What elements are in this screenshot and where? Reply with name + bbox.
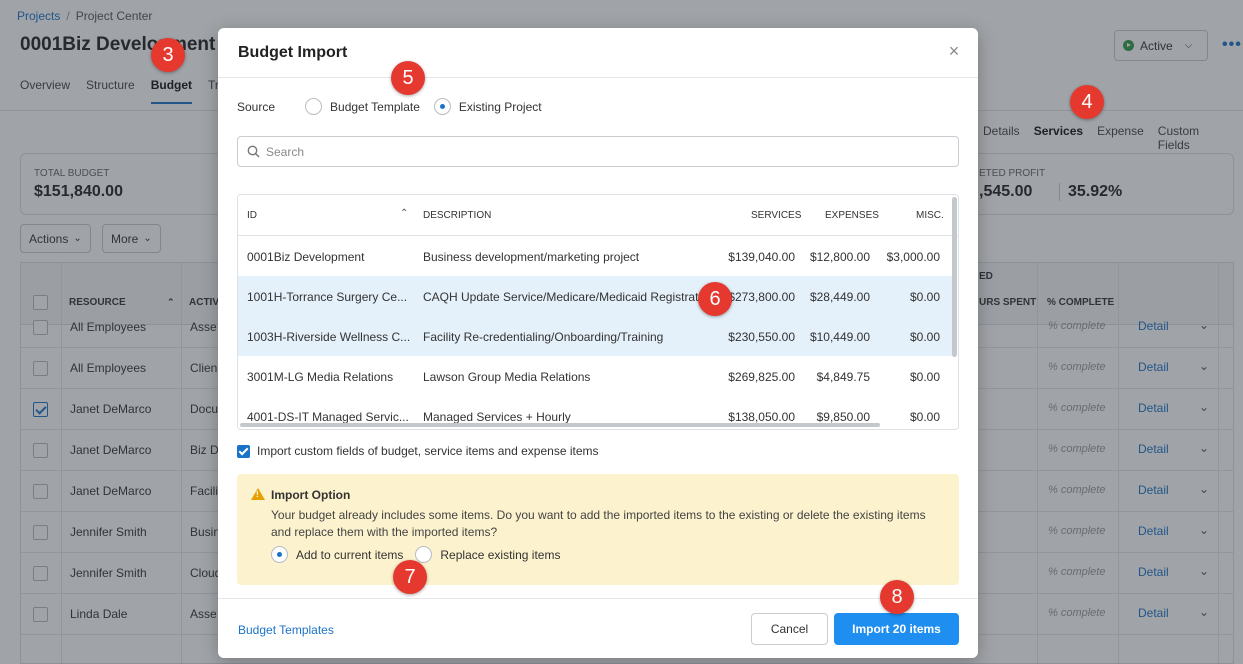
misc-cell: $0.00 bbox=[909, 330, 940, 344]
table-row[interactable]: 1001H-Torrance Surgery Ce... CAQH Update … bbox=[238, 276, 954, 316]
step-marker-5: 5 bbox=[391, 61, 425, 95]
radio-label: Budget Template bbox=[330, 99, 420, 114]
description-cell: CAQH Update Service/Medicare/Medicaid Re… bbox=[423, 290, 708, 304]
modal-title: Budget Import bbox=[238, 44, 348, 61]
id-column-header[interactable]: ID bbox=[247, 210, 257, 221]
budget-import-modal: Budget Import × Source Budget Template E… bbox=[218, 28, 978, 658]
option-replace-existing[interactable]: Replace existing items bbox=[415, 546, 560, 563]
step-marker-6: 6 bbox=[698, 282, 732, 316]
source-selector: Source Budget Template Existing Project bbox=[237, 98, 556, 115]
id-cell: 1003H-Riverside Wellness C... bbox=[247, 330, 411, 344]
services-cell: $139,040.00 bbox=[728, 250, 795, 264]
radio-add-to-current[interactable] bbox=[271, 546, 288, 563]
misc-cell: $0.00 bbox=[909, 370, 940, 384]
id-cell: 1001H-Torrance Surgery Ce... bbox=[247, 290, 408, 304]
step-marker-7: 7 bbox=[393, 560, 427, 594]
step-marker-3: 3 bbox=[151, 38, 185, 72]
expenses-cell: $12,800.00 bbox=[809, 250, 870, 264]
services-cell: $230,550.00 bbox=[728, 330, 795, 344]
option-add-to-current[interactable]: Add to current items bbox=[271, 546, 403, 563]
description-cell: Managed Services + Hourly bbox=[423, 410, 571, 424]
misc-cell: $0.00 bbox=[909, 410, 940, 424]
import-option-text: Your budget already includes some items.… bbox=[271, 508, 926, 539]
expenses-column-header[interactable]: EXPENSES bbox=[825, 210, 879, 221]
table-row[interactable]: 3001M-LG Media Relations Lawson Group Med… bbox=[238, 356, 954, 396]
close-icon[interactable]: × bbox=[944, 42, 964, 62]
radio-label: Add to current items bbox=[296, 547, 404, 562]
description-cell: Facility Re-credentialing/Onboarding/Tra… bbox=[423, 330, 664, 344]
vertical-scrollbar[interactable] bbox=[952, 197, 957, 357]
services-column-header[interactable]: SERVICES bbox=[751, 210, 801, 221]
expenses-cell: $4,849.75 bbox=[816, 370, 870, 384]
import-custom-fields-label: Import custom fields of budget, service … bbox=[257, 444, 599, 458]
modal-footer: Budget Templates Cancel Import 20 items bbox=[218, 598, 978, 658]
import-custom-fields-option[interactable]: Import custom fields of budget, service … bbox=[237, 444, 599, 458]
id-cell: 0001Biz Development bbox=[247, 250, 365, 264]
id-cell: 3001M-LG Media Relations bbox=[247, 370, 394, 384]
import-button[interactable]: Import 20 items bbox=[834, 613, 959, 645]
misc-column-header[interactable]: MISC. bbox=[916, 210, 944, 221]
source-option-existing-project[interactable]: Existing Project bbox=[433, 98, 542, 115]
services-cell: $138,050.00 bbox=[728, 410, 795, 424]
step-marker-4: 4 bbox=[1070, 85, 1104, 119]
table-row[interactable]: 1003H-Riverside Wellness C... Facility Re… bbox=[238, 316, 954, 356]
search-input[interactable] bbox=[266, 144, 926, 159]
expenses-cell: $9,850.00 bbox=[816, 410, 870, 424]
source-option-budget-template[interactable]: Budget Template bbox=[305, 98, 420, 115]
table-row[interactable]: 0001Biz Development Business development/… bbox=[238, 236, 954, 276]
modal-header: Budget Import × bbox=[218, 28, 978, 78]
expenses-cell: $28,449.00 bbox=[809, 290, 870, 304]
radio-replace-existing[interactable] bbox=[415, 546, 433, 563]
import-option-panel: Import Option Your budget already includ… bbox=[237, 474, 959, 585]
radio-label: Existing Project bbox=[458, 99, 542, 114]
project-list-table: ID ⌃ DESCRIPTION SERVICES EXPENSES MISC.… bbox=[237, 194, 959, 430]
search-box bbox=[237, 136, 959, 167]
description-cell: Lawson Group Media Relations bbox=[423, 370, 591, 384]
table-header: ID ⌃ DESCRIPTION SERVICES EXPENSES MISC. bbox=[238, 195, 958, 236]
radio-budget-template[interactable] bbox=[305, 98, 323, 115]
description-column-header[interactable]: DESCRIPTION bbox=[423, 210, 491, 221]
source-label: Source bbox=[237, 99, 276, 114]
sort-up-icon[interactable]: ⌃ bbox=[400, 208, 408, 219]
expenses-cell: $10,449.00 bbox=[809, 330, 870, 344]
misc-cell: $3,000.00 bbox=[886, 250, 940, 264]
radio-label: Replace existing items bbox=[440, 547, 561, 562]
id-cell: 4001-DS-IT Managed Servic... bbox=[247, 410, 409, 424]
horizontal-scrollbar[interactable] bbox=[240, 423, 880, 427]
import-option-radios: Add to current items Replace existing it… bbox=[271, 546, 574, 563]
warning-icon bbox=[251, 488, 265, 500]
cancel-button[interactable]: Cancel bbox=[751, 613, 828, 645]
budget-templates-link[interactable]: Budget Templates bbox=[238, 623, 334, 637]
services-cell: $269,825.00 bbox=[728, 370, 795, 384]
misc-cell: $0.00 bbox=[909, 290, 940, 304]
import-custom-fields-checkbox[interactable] bbox=[237, 444, 250, 458]
step-marker-8: 8 bbox=[880, 580, 914, 614]
search-icon bbox=[247, 145, 260, 158]
description-cell: Business development/marketing project bbox=[423, 250, 640, 264]
import-option-title: Import Option bbox=[271, 488, 351, 502]
radio-existing-project[interactable] bbox=[433, 98, 451, 115]
